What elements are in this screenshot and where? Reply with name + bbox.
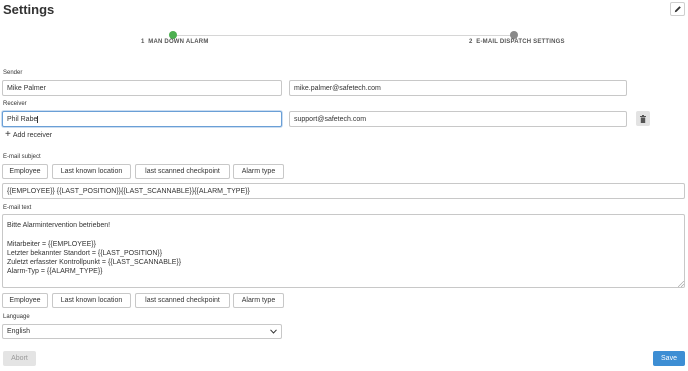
chevron-down-icon xyxy=(270,329,277,334)
subject-tag-last-known-location[interactable]: Last known location xyxy=(52,164,131,179)
language-select[interactable]: English xyxy=(2,324,282,339)
subject-tag-alarm-type[interactable]: Alarm type xyxy=(233,164,284,179)
step-1-indicator xyxy=(169,31,177,39)
pencil-icon xyxy=(674,6,681,13)
step-1-number: 1 xyxy=(141,39,145,45)
language-selected-value: English xyxy=(7,328,30,335)
subject-tag-last-scanned-checkpoint[interactable]: last scanned checkpoint xyxy=(135,164,230,179)
body-tag-last-known-location[interactable]: Last known location xyxy=(52,293,131,308)
receiver-email-input[interactable]: support@safetech.com xyxy=(289,111,627,127)
subject-input[interactable]: {{EMPLOYEE}} {{LAST_POSITION}}{{LAST_SCA… xyxy=(2,183,685,199)
sender-label: Sender xyxy=(3,70,23,76)
plus-icon: + xyxy=(5,129,11,140)
sender-name-input[interactable]: Mike Palmer xyxy=(2,80,282,96)
save-button[interactable]: Save xyxy=(653,351,685,366)
trash-icon xyxy=(640,114,646,123)
page-title: Settings xyxy=(3,2,55,17)
step-2-title: E-MAIL DISPATCH SETTINGS xyxy=(476,39,565,45)
body-line xyxy=(7,230,680,239)
body-tag-alarm-type[interactable]: Alarm type xyxy=(233,293,284,308)
subject-label: E-mail subject xyxy=(3,154,41,160)
body-line: Mitarbeiter = {{EMPLOYEE}} xyxy=(7,240,96,248)
step-2-indicator xyxy=(510,31,518,39)
body-line: Zuletzt erfasster Kontrollpunkt = {{LAST… xyxy=(7,259,182,267)
sender-email-input[interactable]: mike.palmer@safetech.com xyxy=(289,80,627,96)
receiver-name-value: Phil Rabe xyxy=(7,116,38,123)
body-line: Bitte Alarmintervention betrieben! xyxy=(7,222,111,229)
add-receiver-label: Add receiver xyxy=(12,131,53,139)
step-2-label[interactable]: 2 E-MAIL DISPATCH SETTINGS xyxy=(469,39,565,45)
resize-handle-icon[interactable] xyxy=(678,281,684,287)
step-1-title: MAN DOWN ALARM xyxy=(148,39,209,45)
stepper-line xyxy=(172,35,514,36)
body-tag-last-scanned-checkpoint[interactable]: last scanned checkpoint xyxy=(135,293,230,308)
body-tag-employee[interactable]: Employee xyxy=(2,293,48,308)
step-2-number: 2 xyxy=(469,39,473,45)
body-label: E-mail text xyxy=(3,205,32,211)
language-label: Language xyxy=(3,314,30,320)
subject-tag-employee[interactable]: Employee xyxy=(2,164,48,179)
body-line: Letzter bekannter Standort = {{LAST_POSI… xyxy=(7,249,163,257)
receiver-label: Receiver xyxy=(3,101,27,107)
body-line: Alarm-Typ = {{ALARM_TYPE}} xyxy=(7,268,103,276)
abort-button[interactable]: Abort xyxy=(3,351,36,366)
remove-receiver-button[interactable] xyxy=(636,111,650,126)
step-1-label[interactable]: 1 MAN DOWN ALARM xyxy=(141,39,209,45)
add-receiver-button[interactable]: + Add receiver xyxy=(5,129,53,140)
receiver-name-input[interactable]: Phil Rabe xyxy=(2,111,282,127)
edit-button[interactable] xyxy=(670,2,685,16)
body-textarea[interactable]: Bitte Alarmintervention betrieben! Mitar… xyxy=(2,214,685,288)
